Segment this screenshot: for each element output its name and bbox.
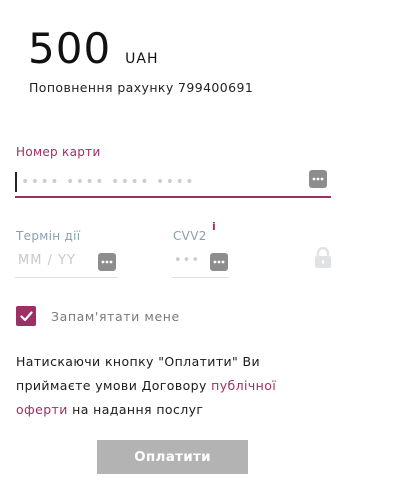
expiry-input[interactable]: MM / YY (15, 248, 118, 278)
payment-description: Поповнення рахунку 799400691 (29, 80, 254, 95)
remember-label[interactable]: Запам'ятати мене (51, 309, 180, 324)
keyboard-icon[interactable] (98, 253, 116, 271)
payment-amount-row: 500 UAH (28, 24, 159, 73)
terms-text-after: на надання послуг (67, 402, 204, 417)
card-number-input[interactable]: •••• •••• •••• •••• (15, 166, 331, 198)
keyboard-icon[interactable] (309, 170, 327, 188)
lock-icon (314, 246, 332, 273)
text-caret (15, 172, 17, 192)
remember-checkbox[interactable] (16, 306, 36, 326)
cvv-input[interactable]: ••• (172, 248, 229, 278)
payment-currency: UAH (125, 51, 159, 67)
cvv-info-icon[interactable]: i (212, 220, 216, 233)
keyboard-icon[interactable] (210, 253, 228, 271)
payment-amount: 500 (28, 24, 112, 73)
pay-button[interactable]: Оплатити (97, 440, 248, 474)
cvv-label: CVV2 (173, 229, 207, 243)
cvv-placeholder: ••• (174, 253, 201, 268)
card-number-placeholder: •••• •••• •••• •••• (21, 174, 195, 190)
checkmark-icon (19, 310, 33, 321)
expiry-placeholder: MM / YY (18, 253, 76, 268)
terms-text: Натискаючи кнопку "Оплатити" Ви приймаєт… (16, 350, 316, 422)
expiry-label: Термін дії (16, 229, 81, 243)
card-number-label: Номер карти (16, 145, 101, 159)
